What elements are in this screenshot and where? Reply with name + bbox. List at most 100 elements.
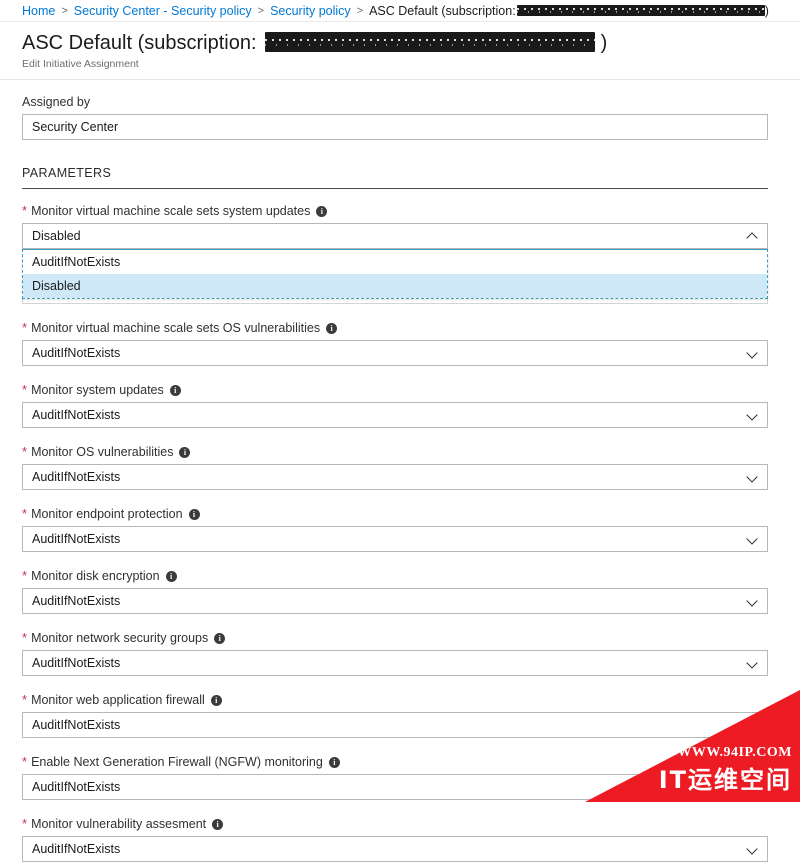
parameter-label-text: Monitor endpoint protection	[31, 507, 183, 521]
chevron-down-icon[interactable]	[747, 347, 759, 359]
parameter-row: * Monitor virtual machine scale sets OS v…	[22, 320, 778, 366]
parameter-dropdown[interactable]: AuditIfNotExists	[22, 464, 768, 490]
parameter-label: * Monitor vulnerability assesment i	[22, 816, 778, 832]
info-icon[interactable]: i	[214, 632, 226, 644]
page-title: ASC Default (subscription: )	[22, 30, 800, 56]
info-icon[interactable]: i	[165, 570, 177, 582]
info-icon[interactable]: i	[179, 446, 191, 458]
parameter-label-text: Monitor virtual machine scale sets syste…	[31, 204, 311, 218]
dropdown-option[interactable]: Disabled	[23, 274, 767, 298]
main-content: Assigned by PARAMETERS InfosecMatter *Mo…	[0, 80, 800, 862]
page-title-suffix: )	[600, 32, 608, 54]
chevron-down-icon[interactable]	[747, 781, 759, 793]
breadcrumb-current-suffix: )	[764, 3, 769, 18]
breadcrumb-item-security-policy[interactable]: Security policy	[270, 4, 351, 18]
dropdown-list-edge	[22, 299, 768, 304]
parameter-dropdown[interactable]: Disabled	[22, 223, 768, 249]
dropdown-option-list: AuditIfNotExists Disabled	[22, 249, 768, 299]
parameter-row: * Monitor web application firewall i AuditI…	[22, 692, 778, 738]
chevron-down-icon[interactable]	[747, 719, 759, 731]
info-icon[interactable]: i	[316, 205, 328, 217]
parameter-label: * Monitor virtual machine scale sets OS v…	[22, 320, 778, 336]
parameters-section-heading: PARAMETERS	[22, 166, 768, 189]
assigned-by-field-group: Assigned by	[22, 94, 778, 140]
parameter-row: * Monitor disk encryption i AuditIfNotExist…	[22, 568, 778, 614]
breadcrumb-current-prefix: ASC Default (subscription:	[369, 3, 516, 18]
parameter-dropdown-value: AuditIfNotExists	[32, 470, 121, 484]
parameter-dropdown-value: AuditIfNotExists	[32, 656, 121, 670]
required-asterisk: *	[22, 630, 28, 645]
parameter-label: * Monitor endpoint protection i	[22, 506, 778, 522]
required-asterisk: *	[22, 754, 28, 769]
parameter-label: * Monitor network security groups i	[22, 630, 778, 646]
parameter-label-text: Enable Next Generation Firewall (NGFW) m…	[31, 755, 323, 769]
required-asterisk: *	[22, 568, 28, 583]
breadcrumb-item-home[interactable]: Home	[22, 4, 55, 18]
breadcrumb-current-page: ASC Default (subscription: )	[369, 4, 769, 18]
parameter-dropdown[interactable]: AuditIfNotExists	[22, 650, 768, 676]
info-icon[interactable]: i	[328, 756, 340, 768]
parameter-label-text: Monitor virtual machine scale sets OS vu…	[31, 321, 321, 335]
page-title-prefix: ASC Default (subscription:	[22, 32, 257, 54]
breadcrumb-item-security-center-security-policy[interactable]: Security Center - Security policy	[74, 4, 252, 18]
assigned-by-label: Assigned by	[22, 95, 91, 109]
info-icon[interactable]: i	[326, 322, 338, 334]
parameter-label: * Monitor virtual machine scale sets syst…	[22, 203, 778, 219]
parameter-row: * Monitor virtual machine scale sets syst…	[22, 203, 778, 304]
parameter-row: * Monitor endpoint protection i AuditIfNotE…	[22, 506, 778, 552]
parameter-dropdown-value: AuditIfNotExists	[32, 718, 121, 732]
parameter-row: * Monitor system updates i AuditIfNotExists	[22, 382, 778, 428]
chevron-up-icon[interactable]	[747, 230, 759, 242]
required-asterisk: *	[22, 320, 28, 335]
parameter-dropdown[interactable]: AuditIfNotExists	[22, 402, 768, 428]
breadcrumb-separator: >	[257, 4, 265, 17]
parameter-dropdown-value: AuditIfNotExists	[32, 408, 121, 422]
parameter-label-text: Monitor system updates	[31, 383, 164, 397]
parameter-label-text: Monitor vulnerability assesment	[31, 817, 207, 831]
parameter-dropdown-value: AuditIfNotExists	[32, 780, 121, 794]
required-asterisk: *	[22, 382, 28, 397]
parameter-dropdown-value: AuditIfNotExists	[32, 842, 121, 856]
parameter-dropdown[interactable]: AuditIfNotExists	[22, 836, 768, 862]
info-icon[interactable]: i	[169, 384, 181, 396]
required-asterisk: *	[22, 692, 28, 707]
parameter-dropdown-value: AuditIfNotExists	[32, 594, 121, 608]
chevron-down-icon[interactable]	[747, 595, 759, 607]
parameter-row: * Enable Next Generation Firewall (NGFW) …	[22, 754, 778, 800]
assigned-by-input[interactable]	[22, 114, 768, 140]
parameter-dropdown-value: AuditIfNotExists	[32, 532, 121, 546]
breadcrumb-separator: >	[61, 4, 68, 17]
info-icon[interactable]: i	[210, 694, 222, 706]
required-asterisk: *	[22, 506, 28, 521]
parameter-dropdown[interactable]: AuditIfNotExists	[22, 588, 768, 614]
parameter-label-text: Monitor network security groups	[31, 631, 209, 645]
parameter-row: * Monitor OS vulnerabilities i AuditIfNotEx…	[22, 444, 778, 490]
parameter-dropdown-value: Disabled	[32, 229, 81, 243]
chevron-down-icon[interactable]	[747, 471, 759, 483]
dropdown-option[interactable]: AuditIfNotExists	[23, 250, 767, 274]
breadcrumb: Home > Security Center - Security policy…	[0, 0, 800, 22]
page-header: ASC Default (subscription: ) Edit Initia…	[0, 22, 800, 80]
info-icon[interactable]: i	[212, 818, 224, 830]
required-asterisk: *	[22, 203, 28, 218]
parameter-row: * Monitor vulnerability assesment i AuditIf…	[22, 816, 778, 862]
parameter-row: * Monitor network security groups i AuditIf…	[22, 630, 778, 676]
parameter-label: * Enable Next Generation Firewall (NGFW) …	[22, 754, 778, 770]
chevron-down-icon[interactable]	[747, 533, 759, 545]
chevron-down-icon[interactable]	[747, 409, 759, 421]
info-icon[interactable]: i	[188, 508, 200, 520]
parameter-dropdown[interactable]: AuditIfNotExists	[22, 340, 768, 366]
parameter-label-text: Monitor disk encryption	[31, 569, 160, 583]
parameters-list: * Monitor virtual machine scale sets syst…	[22, 203, 778, 862]
page-subtitle: Edit Initiative Assignment	[22, 58, 139, 70]
chevron-down-icon[interactable]	[747, 843, 759, 855]
parameter-label: * Monitor OS vulnerabilities i	[22, 444, 778, 460]
parameter-label: * Monitor disk encryption i	[22, 568, 778, 584]
parameter-dropdown[interactable]: AuditIfNotExists	[22, 526, 768, 552]
redacted-subscription-id	[265, 32, 596, 53]
parameter-dropdown-value: AuditIfNotExists	[32, 346, 121, 360]
parameter-dropdown[interactable]: AuditIfNotExists	[22, 774, 768, 800]
required-asterisk: *	[22, 444, 28, 459]
chevron-down-icon[interactable]	[747, 657, 759, 669]
parameter-dropdown[interactable]: AuditIfNotExists	[22, 712, 768, 738]
